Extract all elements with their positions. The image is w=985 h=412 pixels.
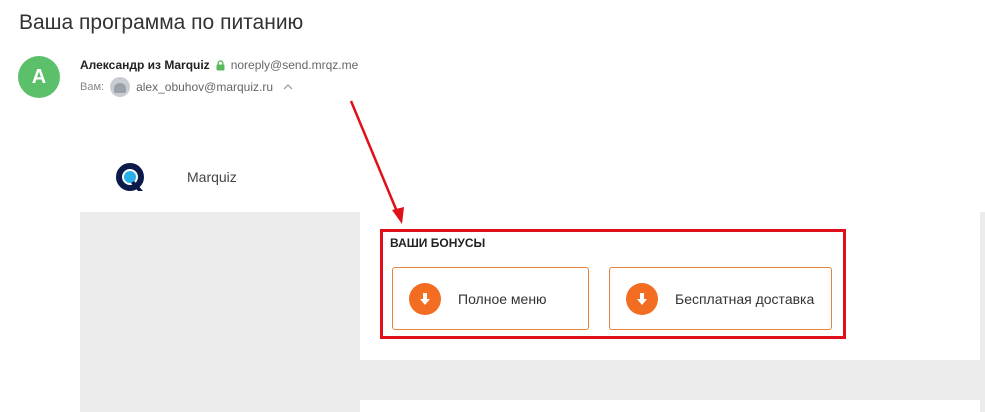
brand-name: Marquiz [187,169,237,185]
to-label: Вам: [80,81,105,93]
marquiz-logo [116,163,144,191]
annotation-highlight-box [380,229,846,339]
next-card [360,400,980,412]
sender-name[interactable]: Александр из Marquiz [80,58,210,72]
email-subject: Ваша программа по питанию [19,11,304,34]
sender-email[interactable]: noreply@send.mrqz.me [231,58,359,72]
chevron-up-icon[interactable] [283,84,293,90]
lock-icon [216,59,225,70]
recipient-row: Вам: alex_obuhov@marquiz.ru [80,77,293,97]
recipient-email[interactable]: alex_obuhov@marquiz.ru [136,80,273,94]
sender-row: Александр из Marquiz noreply@send.mrqz.m… [80,58,358,72]
sender-avatar[interactable]: А [18,56,60,98]
recipient-avatar [110,77,131,97]
